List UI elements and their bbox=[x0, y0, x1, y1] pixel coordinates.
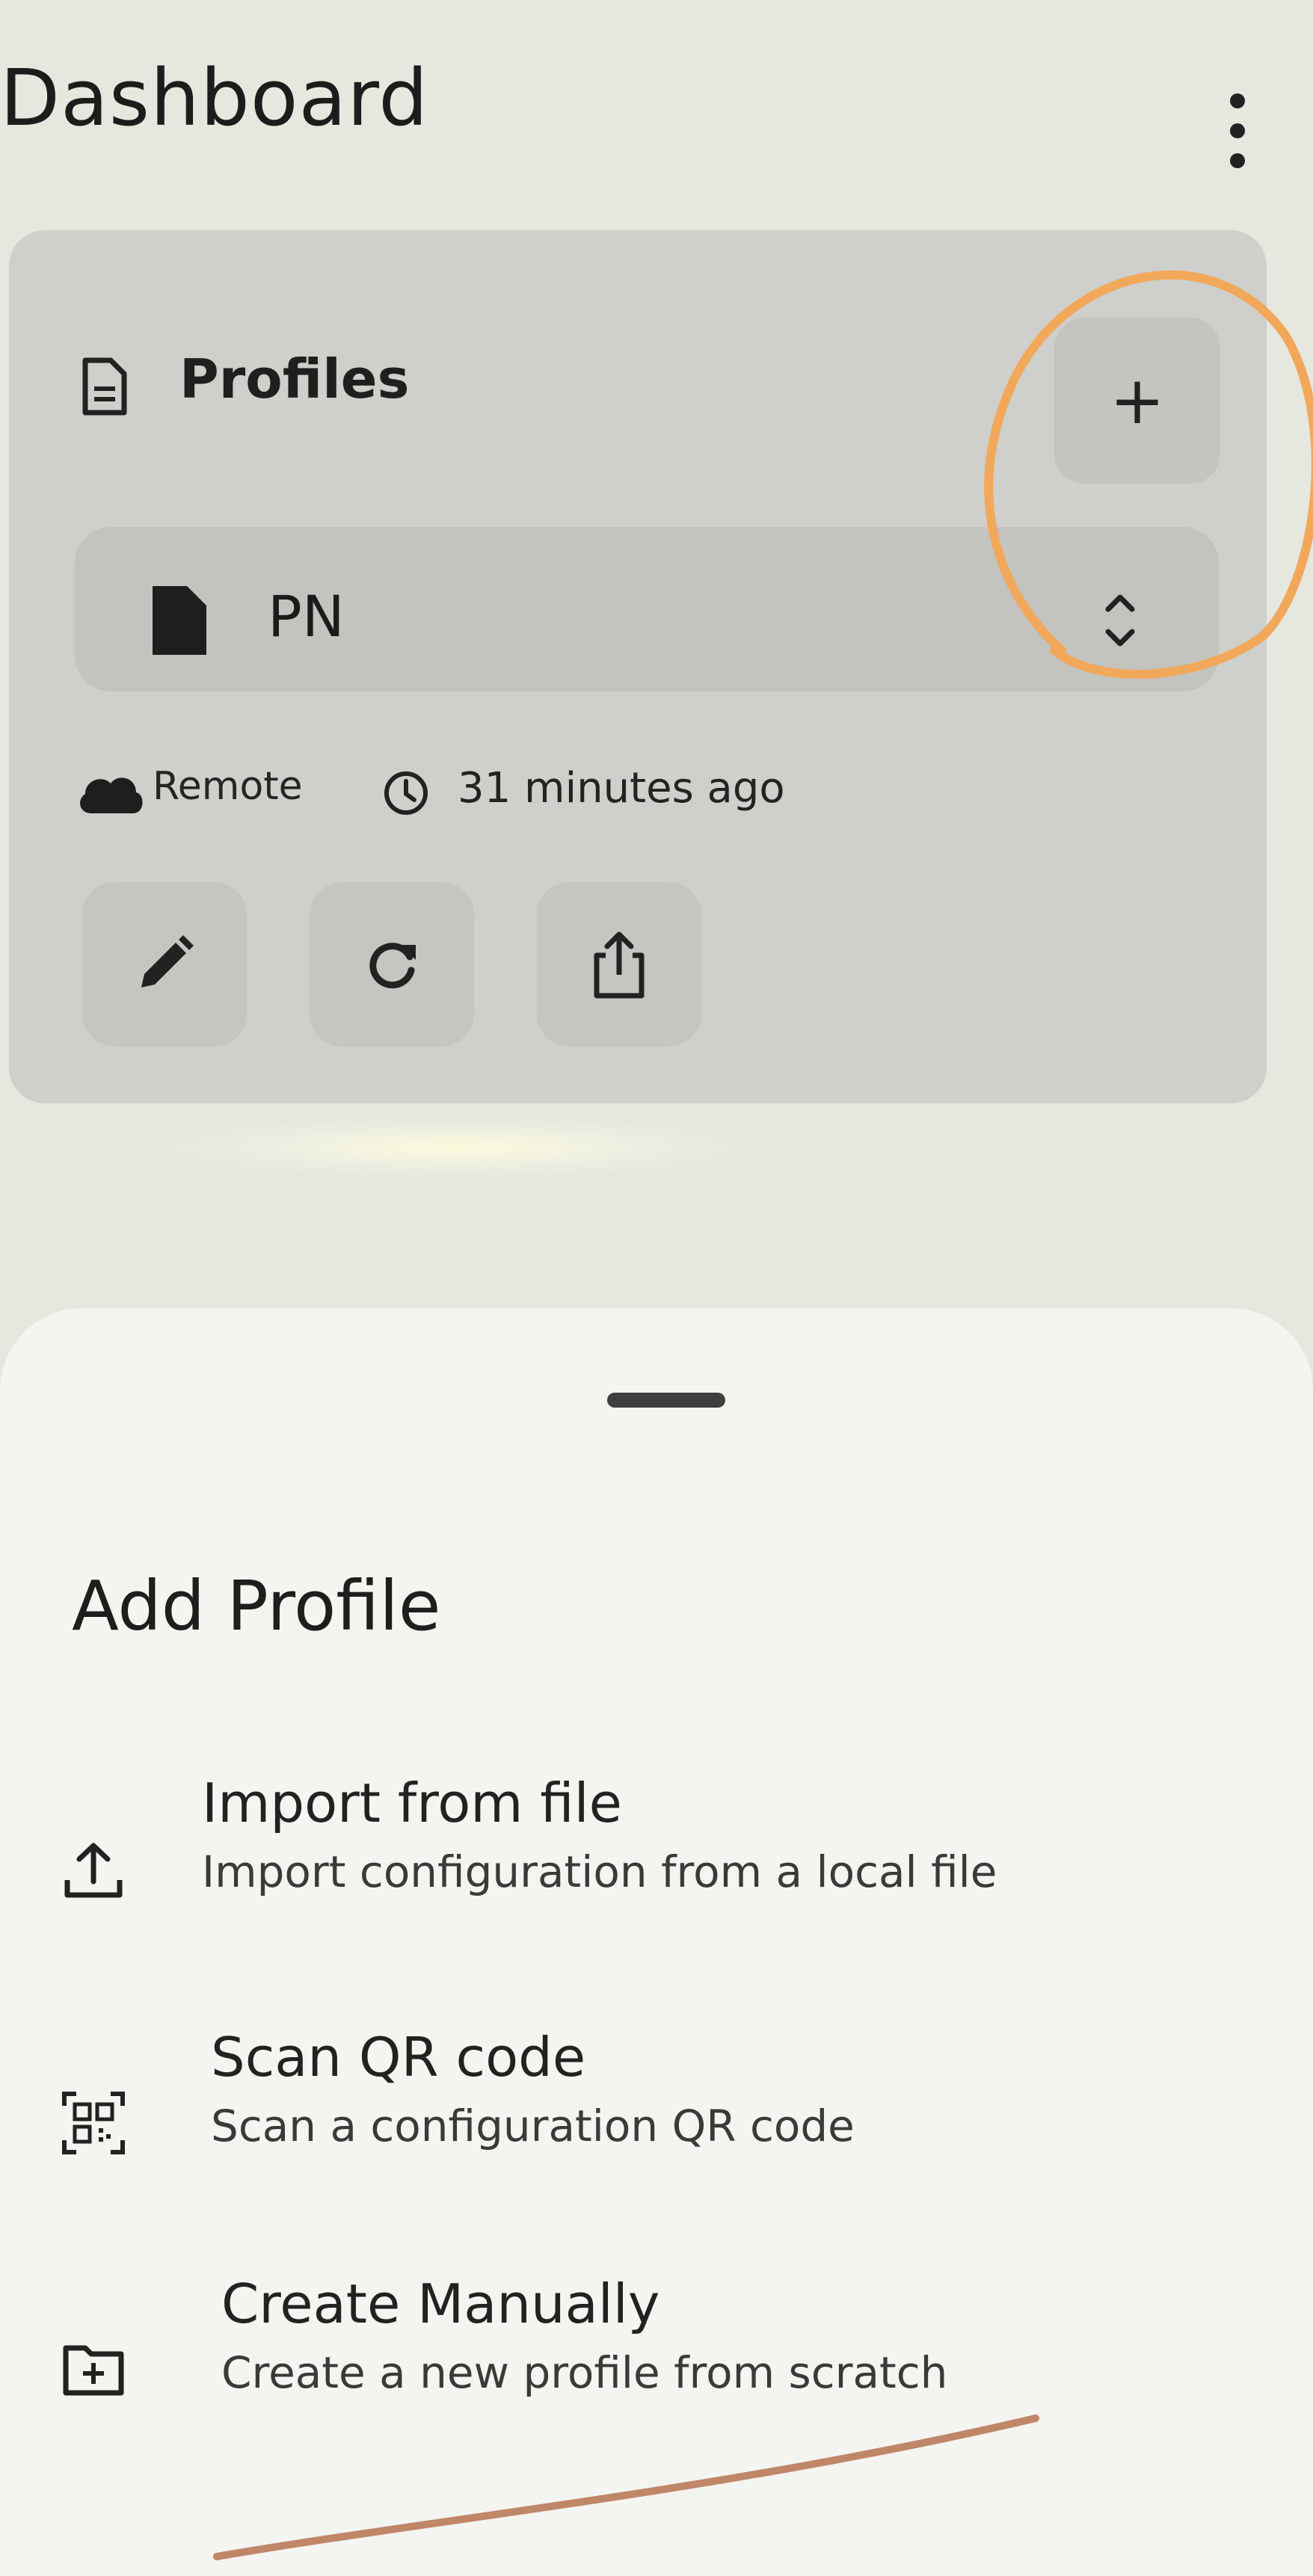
share-button[interactable] bbox=[537, 882, 701, 1047]
profiles-title: Profiles bbox=[179, 348, 410, 410]
option-subtitle: Scan a configuration QR code bbox=[211, 2101, 855, 2151]
option-title: Import from file bbox=[202, 1772, 622, 1834]
qr-scan-icon bbox=[62, 2092, 125, 2154]
updated-time: 31 minutes ago bbox=[458, 764, 785, 813]
edit-icon bbox=[141, 935, 194, 987]
scan-qr-code-option[interactable]: Scan QR code Scan a configuration QR cod… bbox=[45, 2026, 1211, 2220]
document-icon bbox=[82, 357, 127, 416]
clock-icon bbox=[384, 771, 428, 815]
page-title: Dashboard bbox=[0, 52, 429, 144]
annotation-circle bbox=[984, 270, 1313, 679]
option-title: Create Manually bbox=[221, 2273, 660, 2335]
option-subtitle: Create a new profile from scratch bbox=[221, 2347, 948, 2398]
import-from-file-option[interactable]: Import from file Import configuration fr… bbox=[45, 1772, 1211, 1966]
file-icon bbox=[153, 586, 206, 655]
refresh-button[interactable] bbox=[310, 882, 474, 1047]
sheet-title: Add Profile bbox=[72, 1566, 441, 1646]
cloud-icon bbox=[80, 777, 143, 813]
edit-button[interactable] bbox=[82, 882, 247, 1047]
screen-glare bbox=[172, 1118, 740, 1177]
share-icon bbox=[594, 931, 645, 999]
option-subtitle: Import configuration from a local file bbox=[202, 1846, 997, 1897]
selected-profile-name: PN bbox=[268, 583, 345, 650]
upload-icon bbox=[64, 1843, 123, 1898]
source-label: Remote bbox=[153, 764, 303, 809]
folder-add-icon bbox=[63, 2345, 124, 2396]
option-title: Scan QR code bbox=[211, 2026, 586, 2089]
sheet-drag-handle[interactable] bbox=[607, 1393, 725, 1408]
annotation-underline bbox=[213, 2415, 1039, 2560]
refresh-icon bbox=[369, 943, 416, 989]
more-vert-icon[interactable] bbox=[1219, 93, 1256, 168]
